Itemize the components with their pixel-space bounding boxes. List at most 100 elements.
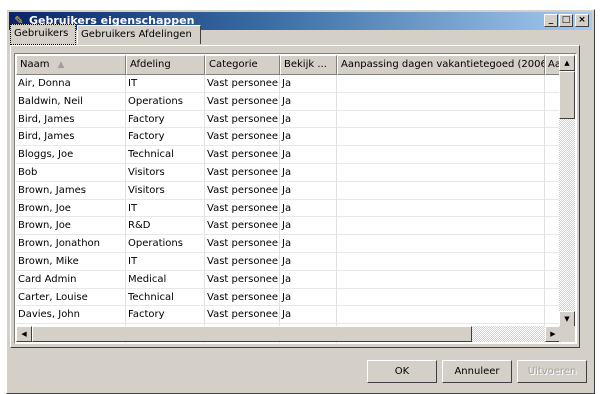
cell-categorie[interactable]: Vast personeel: [205, 341, 280, 343]
cell-naam[interactable]: Brown, Jonathon: [16, 235, 126, 253]
cell-categorie[interactable]: Vast personeel: [205, 110, 280, 129]
table-row[interactable]: Air, Donna IT Vast personeel Ja: [16, 75, 561, 93]
cell-bekijk[interactable]: Ja: [280, 110, 337, 129]
cell-bekijk[interactable]: Ja: [280, 128, 337, 147]
cell-afdeling[interactable]: Technical: [126, 288, 205, 307]
cell-afdeling[interactable]: IT: [126, 252, 205, 271]
column-header-afdeling[interactable]: Afdeling: [126, 55, 205, 75]
cell-afdeling[interactable]: Factory: [126, 128, 205, 147]
cell-aanpassing[interactable]: [337, 92, 545, 111]
cell-aanpassing[interactable]: [337, 181, 545, 200]
cell-afdeling[interactable]: Training Depa...: [126, 341, 205, 343]
table-row[interactable]: Bird, James Factory Vast personeel Ja: [16, 128, 561, 147]
cell-aanpassing[interactable]: [337, 341, 545, 343]
cell-naam[interactable]: Bob: [16, 163, 126, 182]
cell-aanpassing[interactable]: [337, 306, 545, 325]
cell-bekijk[interactable]: Ja: [280, 252, 337, 271]
cell-aanpassing[interactable]: [337, 75, 545, 93]
close-button[interactable]: ×: [575, 14, 589, 27]
cell-bekijk[interactable]: Ja: [280, 163, 337, 182]
horizontal-scrollbar[interactable]: ◀ ▶: [16, 326, 561, 342]
cell-naam[interactable]: Air, Donna: [16, 75, 126, 93]
cell-aanpassing[interactable]: [337, 235, 545, 253]
cell-aanpassing[interactable]: [337, 217, 545, 236]
cell-naam[interactable]: Davis, Jane: [16, 341, 126, 343]
cell-aanpassing[interactable]: [337, 288, 545, 307]
cell-aanpassing[interactable]: [337, 163, 545, 182]
column-header-bekijk[interactable]: Bekijk ...: [280, 55, 337, 75]
cell-afdeling[interactable]: Medical: [126, 270, 205, 289]
column-header-aanpassing[interactable]: Aanpassing dagen vakantietegoed (2006): [337, 55, 545, 75]
cell-naam[interactable]: Bird, James: [16, 128, 126, 147]
cell-naam[interactable]: Carter, Louise: [16, 288, 126, 307]
cell-bekijk[interactable]: Ja: [280, 199, 337, 218]
scroll-up-icon[interactable]: ▲: [559, 55, 575, 71]
cell-categorie[interactable]: Vast personeel: [205, 199, 280, 218]
cell-afdeling[interactable]: Factory: [126, 110, 205, 129]
scroll-down-icon[interactable]: ▼: [559, 311, 575, 327]
minimize-button[interactable]: _: [544, 14, 558, 27]
cell-afdeling[interactable]: Technical: [126, 146, 205, 164]
cell-afdeling[interactable]: Visitors: [126, 163, 205, 182]
cell-afdeling[interactable]: Factory: [126, 306, 205, 325]
maximize-button[interactable]: □: [559, 14, 573, 27]
cell-aanpassing[interactable]: [337, 270, 545, 289]
cell-afdeling[interactable]: IT: [126, 75, 205, 93]
table-row[interactable]: Brown, Joe R&D Vast personeel Ja: [16, 217, 561, 236]
cell-naam[interactable]: Brown, Joe: [16, 199, 126, 218]
cell-naam[interactable]: Brown, Joe: [16, 217, 126, 236]
table-row[interactable]: Carter, Louise Technical Vast personeel Ja: [16, 288, 561, 307]
table-row[interactable]: Card Admin Medical Vast personeel Ja: [16, 270, 561, 289]
table-row[interactable]: Davies, John Factory Vast personeel Ja: [16, 306, 561, 325]
cell-categorie[interactable]: Vast personeel: [205, 235, 280, 253]
cell-naam[interactable]: Brown, Mike: [16, 252, 126, 271]
cell-afdeling[interactable]: IT: [126, 199, 205, 218]
table-row[interactable]: Baldwin, Neil Operations Vast personeel Ja: [16, 92, 561, 111]
cell-categorie[interactable]: Vast personeel: [205, 181, 280, 200]
table-row[interactable]: Brown, James Visitors Vast personeel Ja: [16, 181, 561, 200]
tab-gebruikers[interactable]: Gebruikers: [10, 24, 76, 45]
scroll-left-icon[interactable]: ◀: [16, 326, 32, 342]
cell-aanpassing[interactable]: [337, 252, 545, 271]
cell-naam[interactable]: Bloggs, Joe: [16, 146, 126, 164]
cell-aanpassing[interactable]: [337, 146, 545, 164]
table-row[interactable]: Bob Visitors Vast personeel Ja: [16, 163, 561, 182]
cell-bekijk[interactable]: Ja: [280, 288, 337, 307]
ok-button[interactable]: OK: [367, 360, 437, 383]
cell-categorie[interactable]: Vast personeel: [205, 217, 280, 236]
table-row[interactable]: Brown, Jonathon Operations Vast personeel J…: [16, 235, 561, 253]
cell-afdeling[interactable]: Visitors: [126, 181, 205, 200]
table-row[interactable]: Brown, Mike IT Vast personeel Ja: [16, 252, 561, 271]
cell-bekijk[interactable]: Ja: [280, 181, 337, 200]
cell-categorie[interactable]: Vast personeel: [205, 75, 280, 93]
cell-aanpassing[interactable]: [337, 110, 545, 129]
tab-gebruikers-afdelingen[interactable]: Gebruikers Afdelingen: [77, 25, 201, 44]
cell-bekijk[interactable]: Ja: [280, 341, 337, 343]
cell-bekijk[interactable]: Ja: [280, 75, 337, 93]
cell-bekijk[interactable]: Ja: [280, 306, 337, 325]
cell-afdeling[interactable]: Operations: [126, 235, 205, 253]
vertical-scroll-thumb[interactable]: [559, 71, 575, 119]
cell-afdeling[interactable]: Operations: [126, 92, 205, 111]
cell-categorie[interactable]: Vast personeel: [205, 128, 280, 147]
cell-bekijk[interactable]: Ja: [280, 235, 337, 253]
cell-categorie[interactable]: Vast personeel: [205, 252, 280, 271]
cell-naam[interactable]: Davies, John: [16, 306, 126, 325]
cell-bekijk[interactable]: Ja: [280, 270, 337, 289]
table-row[interactable]: Bird, James Factory Vast personeel Ja: [16, 110, 561, 129]
cell-bekijk[interactable]: Ja: [280, 146, 337, 164]
cell-naam[interactable]: Card Admin: [16, 270, 126, 289]
cell-naam[interactable]: Baldwin, Neil: [16, 92, 126, 111]
cell-aanpassing[interactable]: [337, 128, 545, 147]
horizontal-scroll-thumb[interactable]: [32, 326, 472, 342]
cell-categorie[interactable]: Vast personeel: [205, 288, 280, 307]
cell-categorie[interactable]: Vast personeel: [205, 146, 280, 164]
vertical-scrollbar[interactable]: ▲ ▼: [559, 55, 575, 327]
cell-bekijk[interactable]: Ja: [280, 217, 337, 236]
cell-aan[interactable]: [545, 341, 561, 343]
column-header-naam[interactable]: Naam ▲: [16, 55, 126, 75]
table-row[interactable]: Bloggs, Joe Technical Vast personeel Ja: [16, 146, 561, 164]
cell-naam[interactable]: Bird, James: [16, 110, 126, 129]
table-row[interactable]: Davis, JaneTraining Depa...Vast personee…: [16, 341, 561, 343]
table-row[interactable]: Brown, Joe IT Vast personeel Ja: [16, 199, 561, 218]
